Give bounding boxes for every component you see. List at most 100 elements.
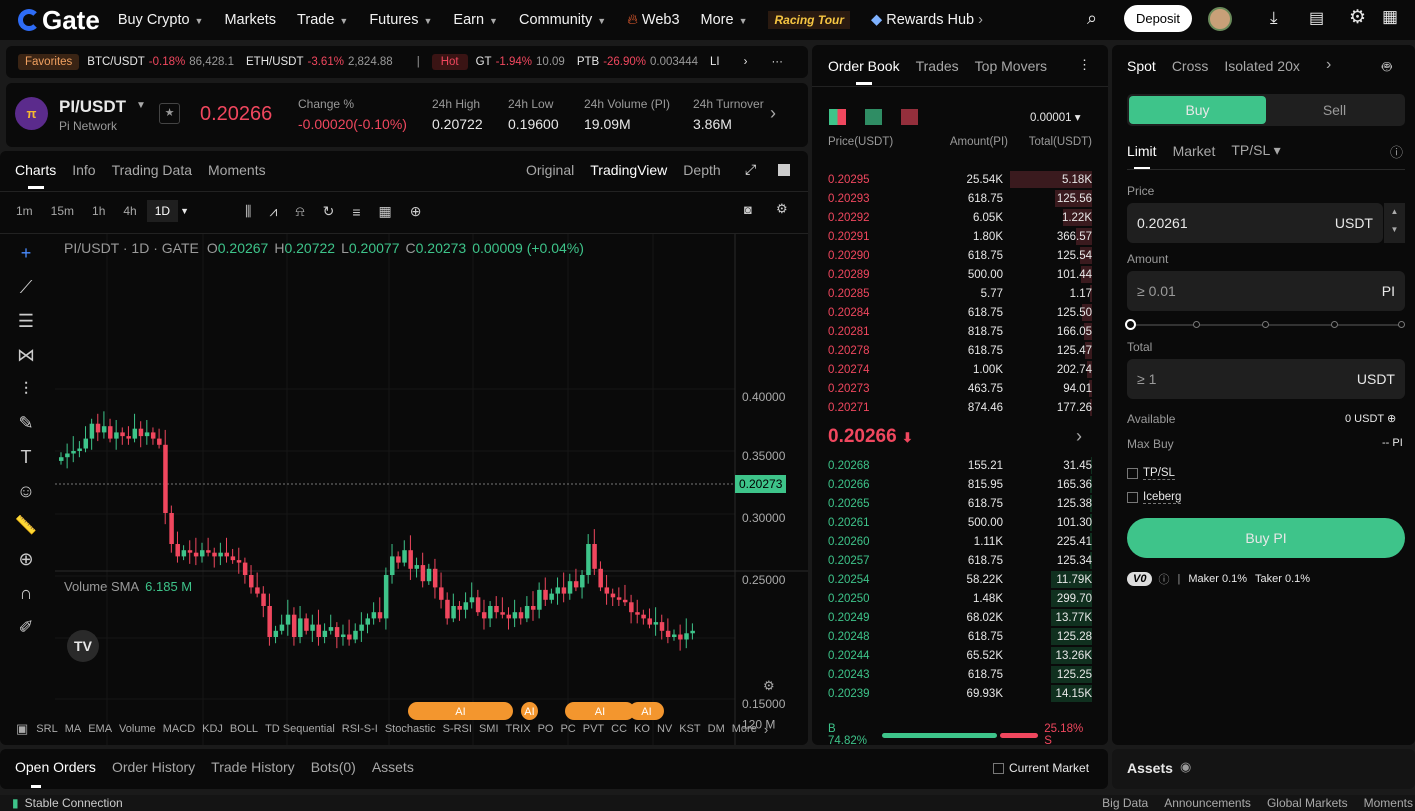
orderbook-row[interactable]: 0.20261 500.00 101.30 (812, 513, 1108, 532)
chevron-right-icon[interactable]: › (770, 103, 776, 124)
indicator-pvt[interactable]: PVT (583, 723, 604, 735)
chevron-right-icon[interactable]: › (1326, 56, 1331, 74)
rewards-hub-link[interactable]: ◆ Rewards Hub › (871, 12, 983, 28)
orders-tab-order-history[interactable]: Order History (112, 759, 195, 775)
chevron-down-icon[interactable]: ▼ (136, 100, 146, 111)
indicator-srl[interactable]: SRL (36, 723, 57, 735)
racing-tour-banner[interactable]: Racing Tour (768, 11, 851, 29)
indicator-trix[interactable]: TRIX (506, 723, 531, 735)
indicator-ko[interactable]: KO (634, 723, 650, 735)
indicator-ema[interactable]: EMA (88, 723, 112, 735)
orderbook-row[interactable]: 0.20254 58.22K 11.79K (812, 570, 1108, 589)
ticker-item[interactable]: PTB -26.90% 0.003444 (577, 56, 698, 68)
calendar-icon[interactable]: ▣ (16, 721, 28, 737)
footer-link[interactable]: Big Data (1102, 796, 1148, 810)
avatar[interactable] (1208, 7, 1232, 31)
pair-symbol[interactable]: PI/USDT (59, 97, 126, 117)
iceberg-checkbox[interactable]: Iceberg (1127, 491, 1182, 504)
nav-community[interactable]: Community ▼ (519, 12, 606, 28)
ob-tab-trades[interactable]: Trades (916, 58, 959, 74)
indicator-pc[interactable]: PC (560, 723, 575, 735)
view-asks-icon[interactable] (901, 109, 918, 125)
order-type-limit[interactable]: Limit (1127, 143, 1157, 159)
orderbook-row[interactable]: 0.20291 1.80K 366.57 (812, 227, 1108, 246)
precision-select[interactable]: 0.00001 ▾ (1030, 110, 1081, 124)
indicator-stochastic[interactable]: Stochastic (385, 723, 436, 735)
orderbook-row[interactable]: 0.20273 463.75 94.01 (812, 379, 1108, 398)
indicator-boll[interactable]: BOLL (230, 723, 258, 735)
nav-web3[interactable]: 🔥︎ Web3 (627, 12, 679, 28)
total-input[interactable]: ≥ 1 USDT (1127, 359, 1405, 399)
buy-submit-button[interactable]: Buy PI (1127, 518, 1405, 558)
grid-icon[interactable]: ▦ (1382, 7, 1398, 27)
orderbook-row[interactable]: 0.20278 618.75 125.47 (812, 341, 1108, 360)
orderbook-row[interactable]: 0.20243 618.75 125.25 (812, 665, 1108, 684)
indicator-po[interactable]: PO (538, 723, 554, 735)
chevron-right-icon[interactable]: › (744, 56, 748, 68)
orderbook-row[interactable]: 0.20285 5.77 1.17 (812, 284, 1108, 303)
search-icon[interactable]: ⌕ (1087, 8, 1097, 29)
view-bids-icon[interactable] (865, 109, 882, 125)
nav-trade[interactable]: Trade ▼ (297, 12, 348, 28)
indicator-td-sequential[interactable]: TD Sequential (265, 723, 335, 735)
view-both-icon[interactable] (829, 109, 846, 125)
indicator-rsi-s-i[interactable]: RSI-S-I (342, 723, 378, 735)
nav-earn[interactable]: Earn ▼ (453, 12, 498, 28)
order-type-market[interactable]: Market (1173, 143, 1216, 159)
footer-link[interactable]: Moments (1364, 796, 1413, 810)
favorites-badge[interactable]: Favorites (18, 54, 80, 70)
info-icon[interactable]: ⓘ (1390, 142, 1403, 161)
ob-tab-order-book[interactable]: Order Book (828, 58, 900, 74)
orderbook-row[interactable]: 0.20244 65.52K 13.26K (812, 646, 1108, 665)
orders-tab-open-orders[interactable]: Open Orders (15, 759, 96, 775)
nav-buy-crypto[interactable]: Buy Crypto ▼ (118, 12, 204, 28)
indicator-s-rsi[interactable]: S-RSI (443, 723, 472, 735)
orderbook-row[interactable]: 0.20248 618.75 125.28 (812, 627, 1108, 646)
orderbook-row[interactable]: 0.20266 815.95 165.36 (812, 475, 1108, 494)
footer-link[interactable]: Global Markets (1267, 796, 1348, 810)
chevron-right-icon[interactable]: › (1076, 426, 1082, 447)
nav-more[interactable]: More ▼ (701, 12, 748, 28)
hot-badge[interactable]: Hot (431, 54, 468, 70)
indicator-smi[interactable]: SMI (479, 723, 499, 735)
indicator-more[interactable]: More (732, 723, 757, 735)
amount-input[interactable]: ≥ 0.01 PI (1127, 271, 1405, 311)
orderbook-row[interactable]: 0.20290 618.75 125.54 (812, 246, 1108, 265)
orderbook-row[interactable]: 0.20295 25.54K 5.18K (812, 170, 1108, 189)
book-icon[interactable]: ▤ (1309, 8, 1324, 28)
star-icon[interactable]: ★ (159, 103, 180, 124)
orderbook-row[interactable]: 0.20271 874.46 177.26 (812, 398, 1108, 417)
orders-tab-assets[interactable]: Assets (372, 759, 414, 775)
sell-tab[interactable]: Sell (1266, 96, 1403, 124)
order-type-tp-sl[interactable]: TP/SL ▾ (1231, 142, 1280, 159)
orders-tab-bots-0-[interactable]: Bots(0) (311, 759, 356, 775)
ticker-item[interactable]: BTC/USDT -0.18% 86,428.1 (87, 56, 234, 68)
margin-tab-isolated-20x[interactable]: Isolated 20x (1224, 58, 1300, 74)
nav-futures[interactable]: Futures ▼ (369, 12, 432, 28)
current-market-checkbox[interactable]: Current Market (993, 761, 1089, 775)
orderbook-row[interactable]: 0.20274 1.00K 202.74 (812, 360, 1108, 379)
orderbook-row[interactable]: 0.20284 618.75 125.50 (812, 303, 1108, 322)
indicator-volume[interactable]: Volume (119, 723, 156, 735)
more-icon[interactable]: ··· (771, 56, 783, 68)
nav-markets[interactable]: Markets (224, 12, 276, 28)
eye-icon[interactable]: ◉ (1180, 759, 1191, 775)
indicator-nv[interactable]: NV (657, 723, 672, 735)
footer-link[interactable]: Announcements (1164, 796, 1251, 810)
orderbook-row[interactable]: 0.20268 155.21 31.45 (812, 456, 1108, 475)
indicator-kdj[interactable]: KDJ (202, 723, 223, 735)
goto-now-icon[interactable]: ⚙ (763, 678, 775, 694)
orderbook-row[interactable]: 0.20250 1.48K 299.70 (812, 589, 1108, 608)
margin-tab-cross[interactable]: Cross (1172, 58, 1209, 74)
more-vertical-icon[interactable]: ⋮ (1078, 57, 1091, 73)
orderbook-row[interactable]: 0.20281 818.75 166.05 (812, 322, 1108, 341)
orderbook-row[interactable]: 0.20265 618.75 125.38 (812, 494, 1108, 513)
ticker-item[interactable]: ETH/USDT -3.61% 2,824.88 (246, 56, 393, 68)
gate-logo[interactable]: Gate (18, 5, 100, 36)
ob-tab-top-movers[interactable]: Top Movers (975, 58, 1047, 74)
gear-icon[interactable]: ⚙ (1349, 6, 1366, 29)
orderbook-row[interactable]: 0.20239 69.93K 14.15K (812, 684, 1108, 703)
indicator-cc[interactable]: CC (611, 723, 627, 735)
indicator-kst[interactable]: KST (679, 723, 700, 735)
price-stepper[interactable]: ▲ ▼ (1384, 203, 1405, 243)
